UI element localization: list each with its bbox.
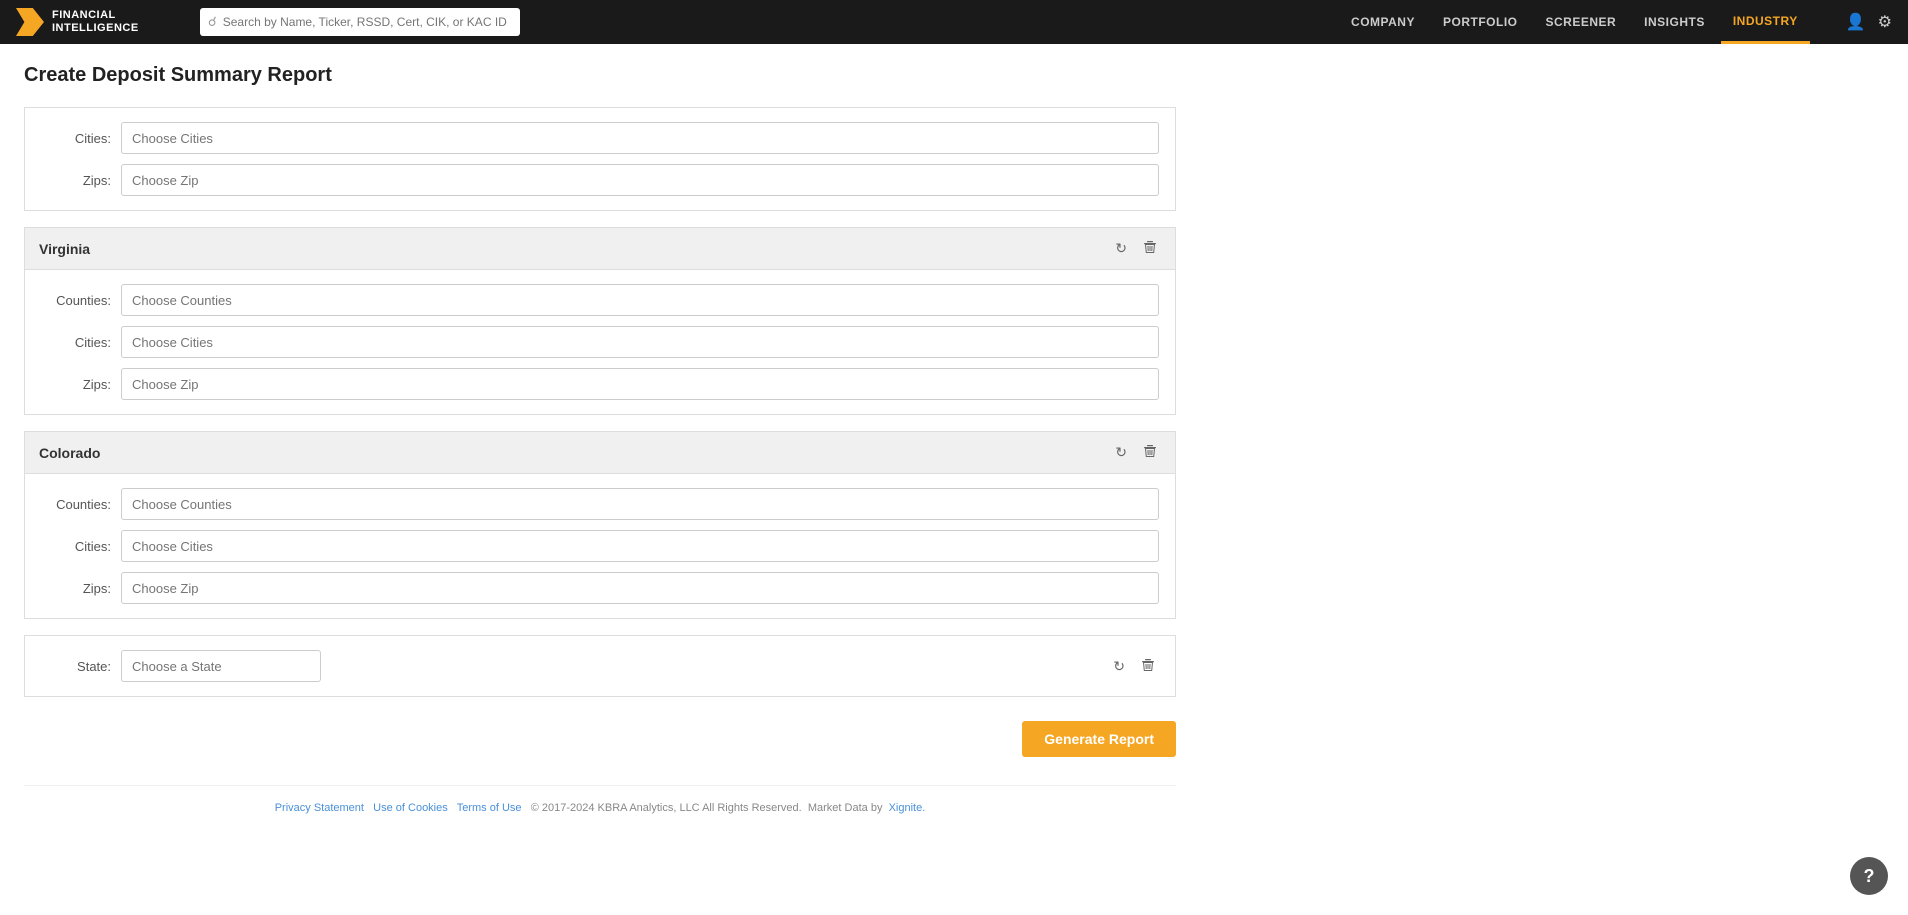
search-input[interactable] (223, 15, 512, 29)
virginia-zips-input[interactable] (121, 368, 1159, 400)
colorado-counties-input[interactable] (121, 488, 1159, 520)
virginia-delete-button[interactable] (1139, 238, 1161, 259)
virginia-counties-label: Counties: (41, 293, 111, 308)
generate-wrap: Generate Report (24, 713, 1176, 765)
footer-market-data: Market Data by (808, 802, 883, 814)
logo-text: FINANCIAL INTELLIGENCE (52, 9, 139, 35)
virginia-section-body: Counties: Cities: Zips: (25, 270, 1175, 414)
virginia-zips-row: Zips: (41, 368, 1159, 400)
colorado-delete-button[interactable] (1139, 442, 1161, 463)
add-state-refresh-button[interactable]: ↻ (1109, 656, 1129, 677)
virginia-cities-row: Cities: (41, 326, 1159, 358)
virginia-refresh-button[interactable]: ↻ (1111, 238, 1131, 259)
colorado-section-actions: ↻ (1111, 442, 1161, 463)
nav-link-portfolio[interactable]: PORTFOLIO (1431, 0, 1530, 44)
virginia-section-header: Virginia ↻ (25, 228, 1175, 270)
footer-terms-link[interactable]: Terms of Use (457, 802, 522, 814)
search-bar[interactable]: ☌ (200, 8, 520, 36)
state-label: State: (41, 659, 111, 674)
nav-link-industry[interactable]: INDUSTRY (1721, 0, 1810, 44)
footer-privacy-link[interactable]: Privacy Statement (275, 802, 364, 814)
footer-xignite-link[interactable]: Xignite. (889, 802, 926, 814)
virginia-counties-input[interactable] (121, 284, 1159, 316)
partial-cities-label: Cities: (41, 131, 111, 146)
virginia-section-card: Virginia ↻ Counties: Cities: Zips: (24, 227, 1176, 415)
virginia-counties-row: Counties: (41, 284, 1159, 316)
user-icon[interactable]: 👤 (1846, 12, 1866, 32)
partial-cities-row: Cities: (41, 122, 1159, 154)
colorado-section-card: Colorado ↻ Counties: Cities: Zips: (24, 431, 1176, 619)
colorado-refresh-button[interactable]: ↻ (1111, 442, 1131, 463)
virginia-zips-label: Zips: (41, 377, 111, 392)
footer: Privacy Statement Use of Cookies Terms o… (24, 785, 1176, 824)
colorado-cities-input[interactable] (121, 530, 1159, 562)
nav-links: COMPANY PORTFOLIO SCREENER INSIGHTS INDU… (1339, 0, 1810, 44)
search-icon: ☌ (208, 14, 217, 30)
virginia-cities-label: Cities: (41, 335, 111, 350)
colorado-counties-label: Counties: (41, 497, 111, 512)
partial-zips-label: Zips: (41, 173, 111, 188)
page-container: Create Deposit Summary Report Cities: Zi… (0, 44, 1200, 884)
colorado-cities-label: Cities: (41, 539, 111, 554)
colorado-zips-label: Zips: (41, 581, 111, 596)
virginia-cities-input[interactable] (121, 326, 1159, 358)
partial-cities-input[interactable] (121, 122, 1159, 154)
nav-link-company[interactable]: COMPANY (1339, 0, 1427, 44)
add-state-delete-button[interactable] (1137, 656, 1159, 677)
settings-icon[interactable]: ⚙ (1878, 12, 1892, 32)
colorado-cities-row: Cities: (41, 530, 1159, 562)
nav-link-insights[interactable]: INSIGHTS (1632, 0, 1717, 44)
nav-icon-group: 👤 ⚙ (1846, 12, 1892, 32)
generate-report-button[interactable]: Generate Report (1022, 721, 1176, 757)
partial-section-card: Cities: Zips: (24, 107, 1176, 211)
colorado-section-header: Colorado ↻ (25, 432, 1175, 474)
add-state-row: State: ↻ (41, 650, 1159, 682)
navbar: FINANCIAL INTELLIGENCE ☌ COMPANY PORTFOL… (0, 0, 1908, 44)
add-state-card: State: ↻ (24, 635, 1176, 697)
colorado-counties-row: Counties: (41, 488, 1159, 520)
colorado-section-body: Counties: Cities: Zips: (25, 474, 1175, 618)
partial-zips-row: Zips: (41, 164, 1159, 196)
colorado-zips-input[interactable] (121, 572, 1159, 604)
logo-icon (16, 8, 44, 36)
footer-copyright: © 2017-2024 KBRA Analytics, LLC All Righ… (531, 802, 802, 814)
virginia-section-actions: ↻ (1111, 238, 1161, 259)
page-title: Create Deposit Summary Report (24, 64, 1176, 87)
virginia-section-title: Virginia (39, 241, 90, 257)
colorado-zips-row: Zips: (41, 572, 1159, 604)
nav-link-screener[interactable]: SCREENER (1533, 0, 1628, 44)
state-input[interactable] (121, 650, 321, 682)
colorado-section-title: Colorado (39, 445, 100, 461)
logo: FINANCIAL INTELLIGENCE (16, 8, 176, 36)
add-state-body: State: ↻ (25, 636, 1175, 696)
help-button[interactable]: ? (1850, 857, 1888, 895)
footer-cookies-link[interactable]: Use of Cookies (373, 802, 448, 814)
partial-section-body: Cities: Zips: (25, 108, 1175, 210)
partial-zips-input[interactable] (121, 164, 1159, 196)
